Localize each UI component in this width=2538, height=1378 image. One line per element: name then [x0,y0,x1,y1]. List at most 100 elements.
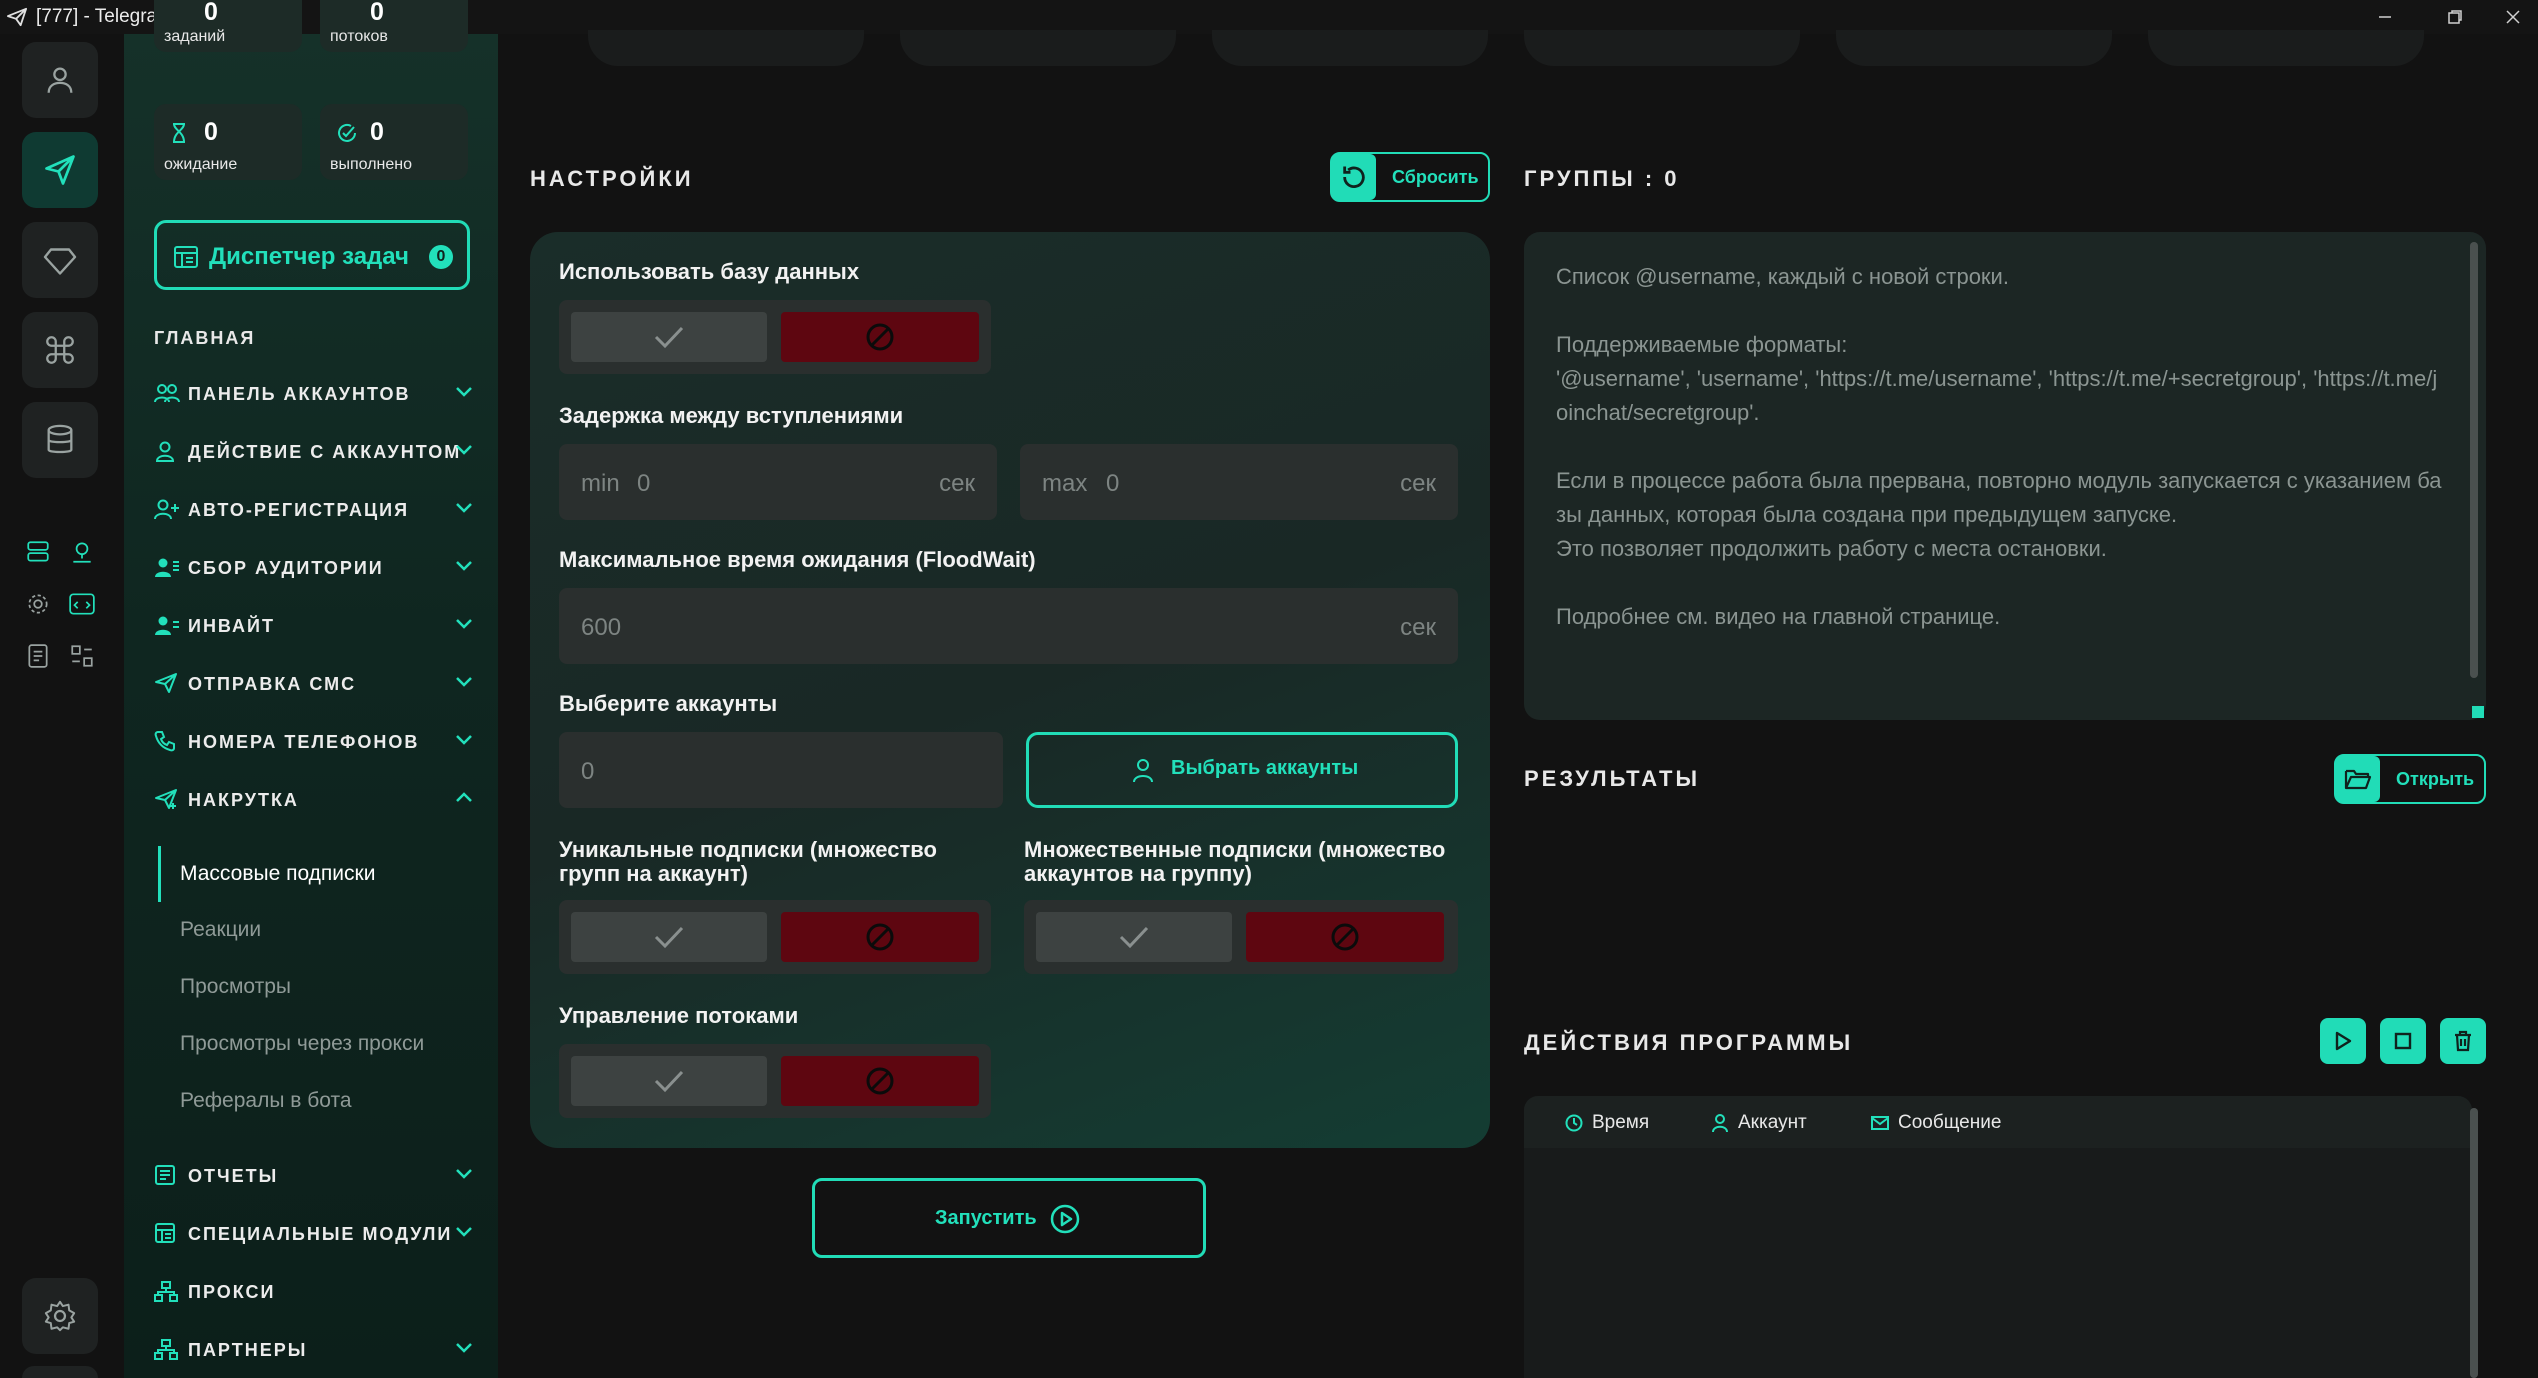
delay-max-field[interactable]: max 0 сек [1020,444,1458,520]
stat-tasks-label: заданий [164,28,226,45]
delay-max-unit: сек [1400,470,1436,497]
rail-database-button[interactable] [22,402,98,478]
gear-icon [43,1299,77,1333]
nav-item-reports[interactable]: ОТЧЕТЫ [154,1156,474,1196]
subitem-reactions[interactable]: Реакции [180,918,261,942]
rail-diamond-button[interactable] [22,222,98,298]
nav-item-audience[interactable]: СБОР АУДИТОРИИ [154,548,474,588]
resize-handle[interactable] [2472,706,2484,718]
multiple-subs-no-button[interactable] [1246,912,1444,962]
open-results-button[interactable]: Открыть [2334,754,2486,804]
mini-server-button[interactable] [22,536,54,568]
groups-textarea[interactable]: Список @username, каждый с новой строки.… [1524,232,2486,720]
clear-log-button[interactable] [2440,1018,2486,1064]
top-tab-4[interactable] [1524,30,1800,66]
mini-settings-button[interactable] [22,588,54,620]
phone-icon [154,730,176,752]
dispatcher-label: Диспетчер задач [209,243,409,270]
use-db-toggle [559,300,991,374]
subitem-bot-referrals[interactable]: Рефералы в бота [180,1089,352,1113]
floodwait-field[interactable]: 600 сек [559,588,1458,664]
rail-extra-button[interactable] [22,1366,98,1378]
nav-item-auto-registration[interactable]: АВТО-РЕГИСТРАЦИЯ [154,490,474,530]
dispatcher-badge: 0 [429,245,453,269]
close-button[interactable] [2488,0,2538,34]
subitem-views[interactable]: Просмотры [180,975,291,999]
unique-subs-label: Уникальные подписки (множество групп на … [559,837,937,886]
top-tab-5[interactable] [1836,30,2112,66]
nav-item-account-action[interactable]: ДЕЙСТВИЕ С АККАУНТОМ [154,432,474,472]
delay-min-prefix: min [581,470,620,497]
nav-item-invite[interactable]: ИНВАЙТ [154,606,474,646]
delay-max-value: 0 [1106,470,1120,497]
use-db-yes-button[interactable] [571,312,767,362]
mini-grid-button[interactable] [66,640,98,672]
threads-yes-button[interactable] [571,1056,767,1106]
stat-tasks: 0 заданий [154,0,302,52]
use-db-label: Использовать базу данных [559,259,860,284]
chevron-down-icon [454,1166,474,1180]
multiple-subs-yes-button[interactable] [1036,912,1232,962]
minimize-button[interactable] [2350,0,2420,34]
nav-item-special-modules[interactable]: СПЕЦИАЛЬНЫЕ МОДУЛИ [154,1214,474,1254]
select-accounts-label: Выбрать аккаунты [1171,757,1359,779]
nav-item-phone-numbers[interactable]: НОМЕРА ТЕЛЕФОНОВ [154,722,474,762]
unique-subs-no-button[interactable] [781,912,979,962]
stat-tasks-value: 0 [204,0,218,26]
groups-scroll-thumb[interactable] [2470,242,2478,678]
subitem-views-proxy[interactable]: Просмотры через прокси [180,1032,424,1056]
delay-min-field[interactable]: min 0 сек [559,444,997,520]
top-tab-2[interactable] [900,30,1176,66]
stat-done: 0 выполнено [320,104,468,180]
send-icon [154,672,178,694]
nav-item-partners[interactable]: ПАРТНЕРЫ [154,1330,474,1370]
rail-telegram-button[interactable] [22,132,98,208]
start-label: Запустить [935,1207,1037,1229]
check-icon [1117,924,1151,950]
stop-button[interactable] [2380,1018,2426,1064]
start-button[interactable]: Запустить [812,1178,1206,1258]
rail-profile-button[interactable] [22,42,98,118]
rail-settings-button[interactable] [22,1278,98,1354]
folder-open-icon [2336,756,2380,802]
threads-label: Управление потоками [559,1003,799,1028]
log-scroll-thumb[interactable] [2470,1108,2478,1378]
top-tab-1[interactable] [588,30,864,66]
ban-icon [864,321,896,353]
log-column-time-label: Время [1592,1112,1650,1133]
use-db-no-button[interactable] [781,312,979,362]
nav-item-boost[interactable]: НАКРУТКА [154,780,474,820]
stat-done-value: 0 [370,118,384,146]
mini-location-button[interactable] [66,536,98,568]
user-plus-icon [154,498,180,520]
log-column-message-label: Сообщение [1898,1112,2002,1133]
select-accounts-button[interactable]: Выбрать аккаунты [1026,732,1458,808]
clock-icon [1565,1114,1583,1132]
task-dispatcher-button[interactable]: Диспетчер задач 0 [154,220,470,290]
chevron-down-icon [454,732,474,746]
reset-button[interactable]: Сбросить [1330,152,1490,202]
play-button[interactable] [2320,1018,2366,1064]
nav-item-accounts-panel[interactable]: ПАНЕЛЬ АККАУНТОВ [154,374,474,414]
dispatcher-icon [173,245,199,269]
nav-item-send-sms[interactable]: ОТПРАВКА СМС [154,664,474,704]
log-table: Время Аккаунт Сообщение [1524,1096,2478,1378]
chevron-down-icon [454,500,474,514]
unique-subs-yes-button[interactable] [571,912,767,962]
subitem-mass-subscriptions[interactable]: Массовые подписки [180,862,375,886]
top-tab-3[interactable] [1212,30,1488,66]
restore-button[interactable] [2420,0,2490,34]
check-icon [652,324,686,350]
mini-document-button[interactable] [22,640,54,672]
nav-item-label: ОТЧЕТЫ [188,1166,279,1186]
floodwait-label: Максимальное время ожидания (FloodWait) [559,547,1036,572]
accounts-count-field[interactable]: 0 [559,732,1003,808]
groups-scrollbar[interactable] [2470,242,2478,678]
log-scrollbar[interactable] [2470,1108,2478,1378]
threads-no-button[interactable] [781,1056,979,1106]
open-results-label: Открыть [2396,769,2475,789]
top-tab-6[interactable] [2148,30,2424,66]
nav-item-proxy[interactable]: ПРОКСИ [154,1272,474,1312]
rail-command-button[interactable] [22,312,98,388]
mini-code-button[interactable] [66,588,98,620]
